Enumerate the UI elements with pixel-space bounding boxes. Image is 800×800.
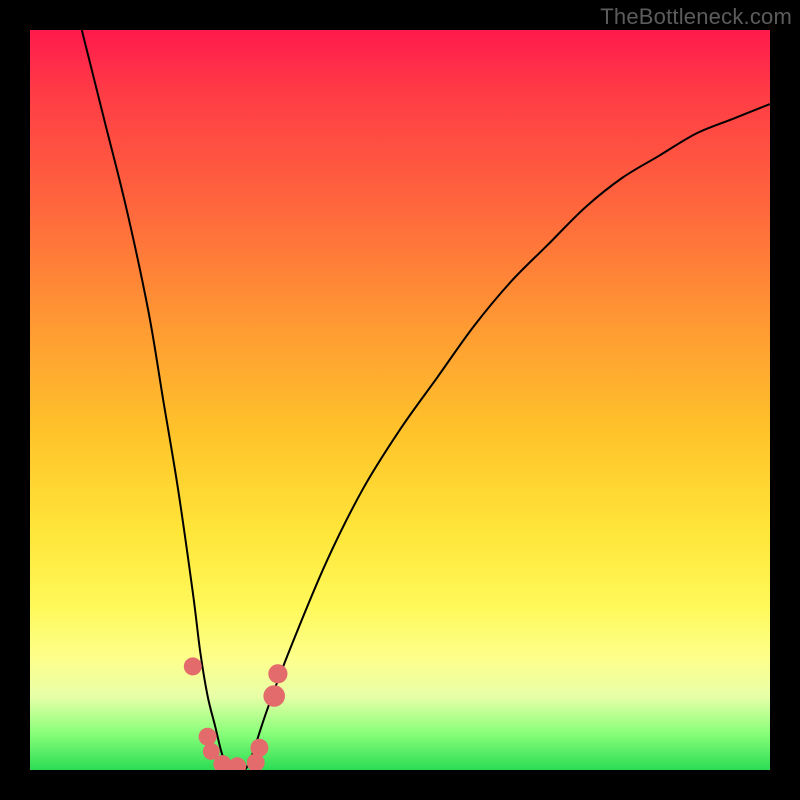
marker-dot [250,739,268,757]
curve-markers [184,657,288,770]
watermark-text: TheBottleneck.com [600,4,792,30]
bottleneck-curve [82,30,770,770]
chart-frame: TheBottleneck.com [0,0,800,800]
plot-area [30,30,770,770]
marker-dot [263,685,285,707]
curve-layer [30,30,770,770]
marker-dot [184,657,202,675]
marker-dot [268,664,287,683]
marker-dot [199,728,217,746]
marker-dot [228,757,246,770]
